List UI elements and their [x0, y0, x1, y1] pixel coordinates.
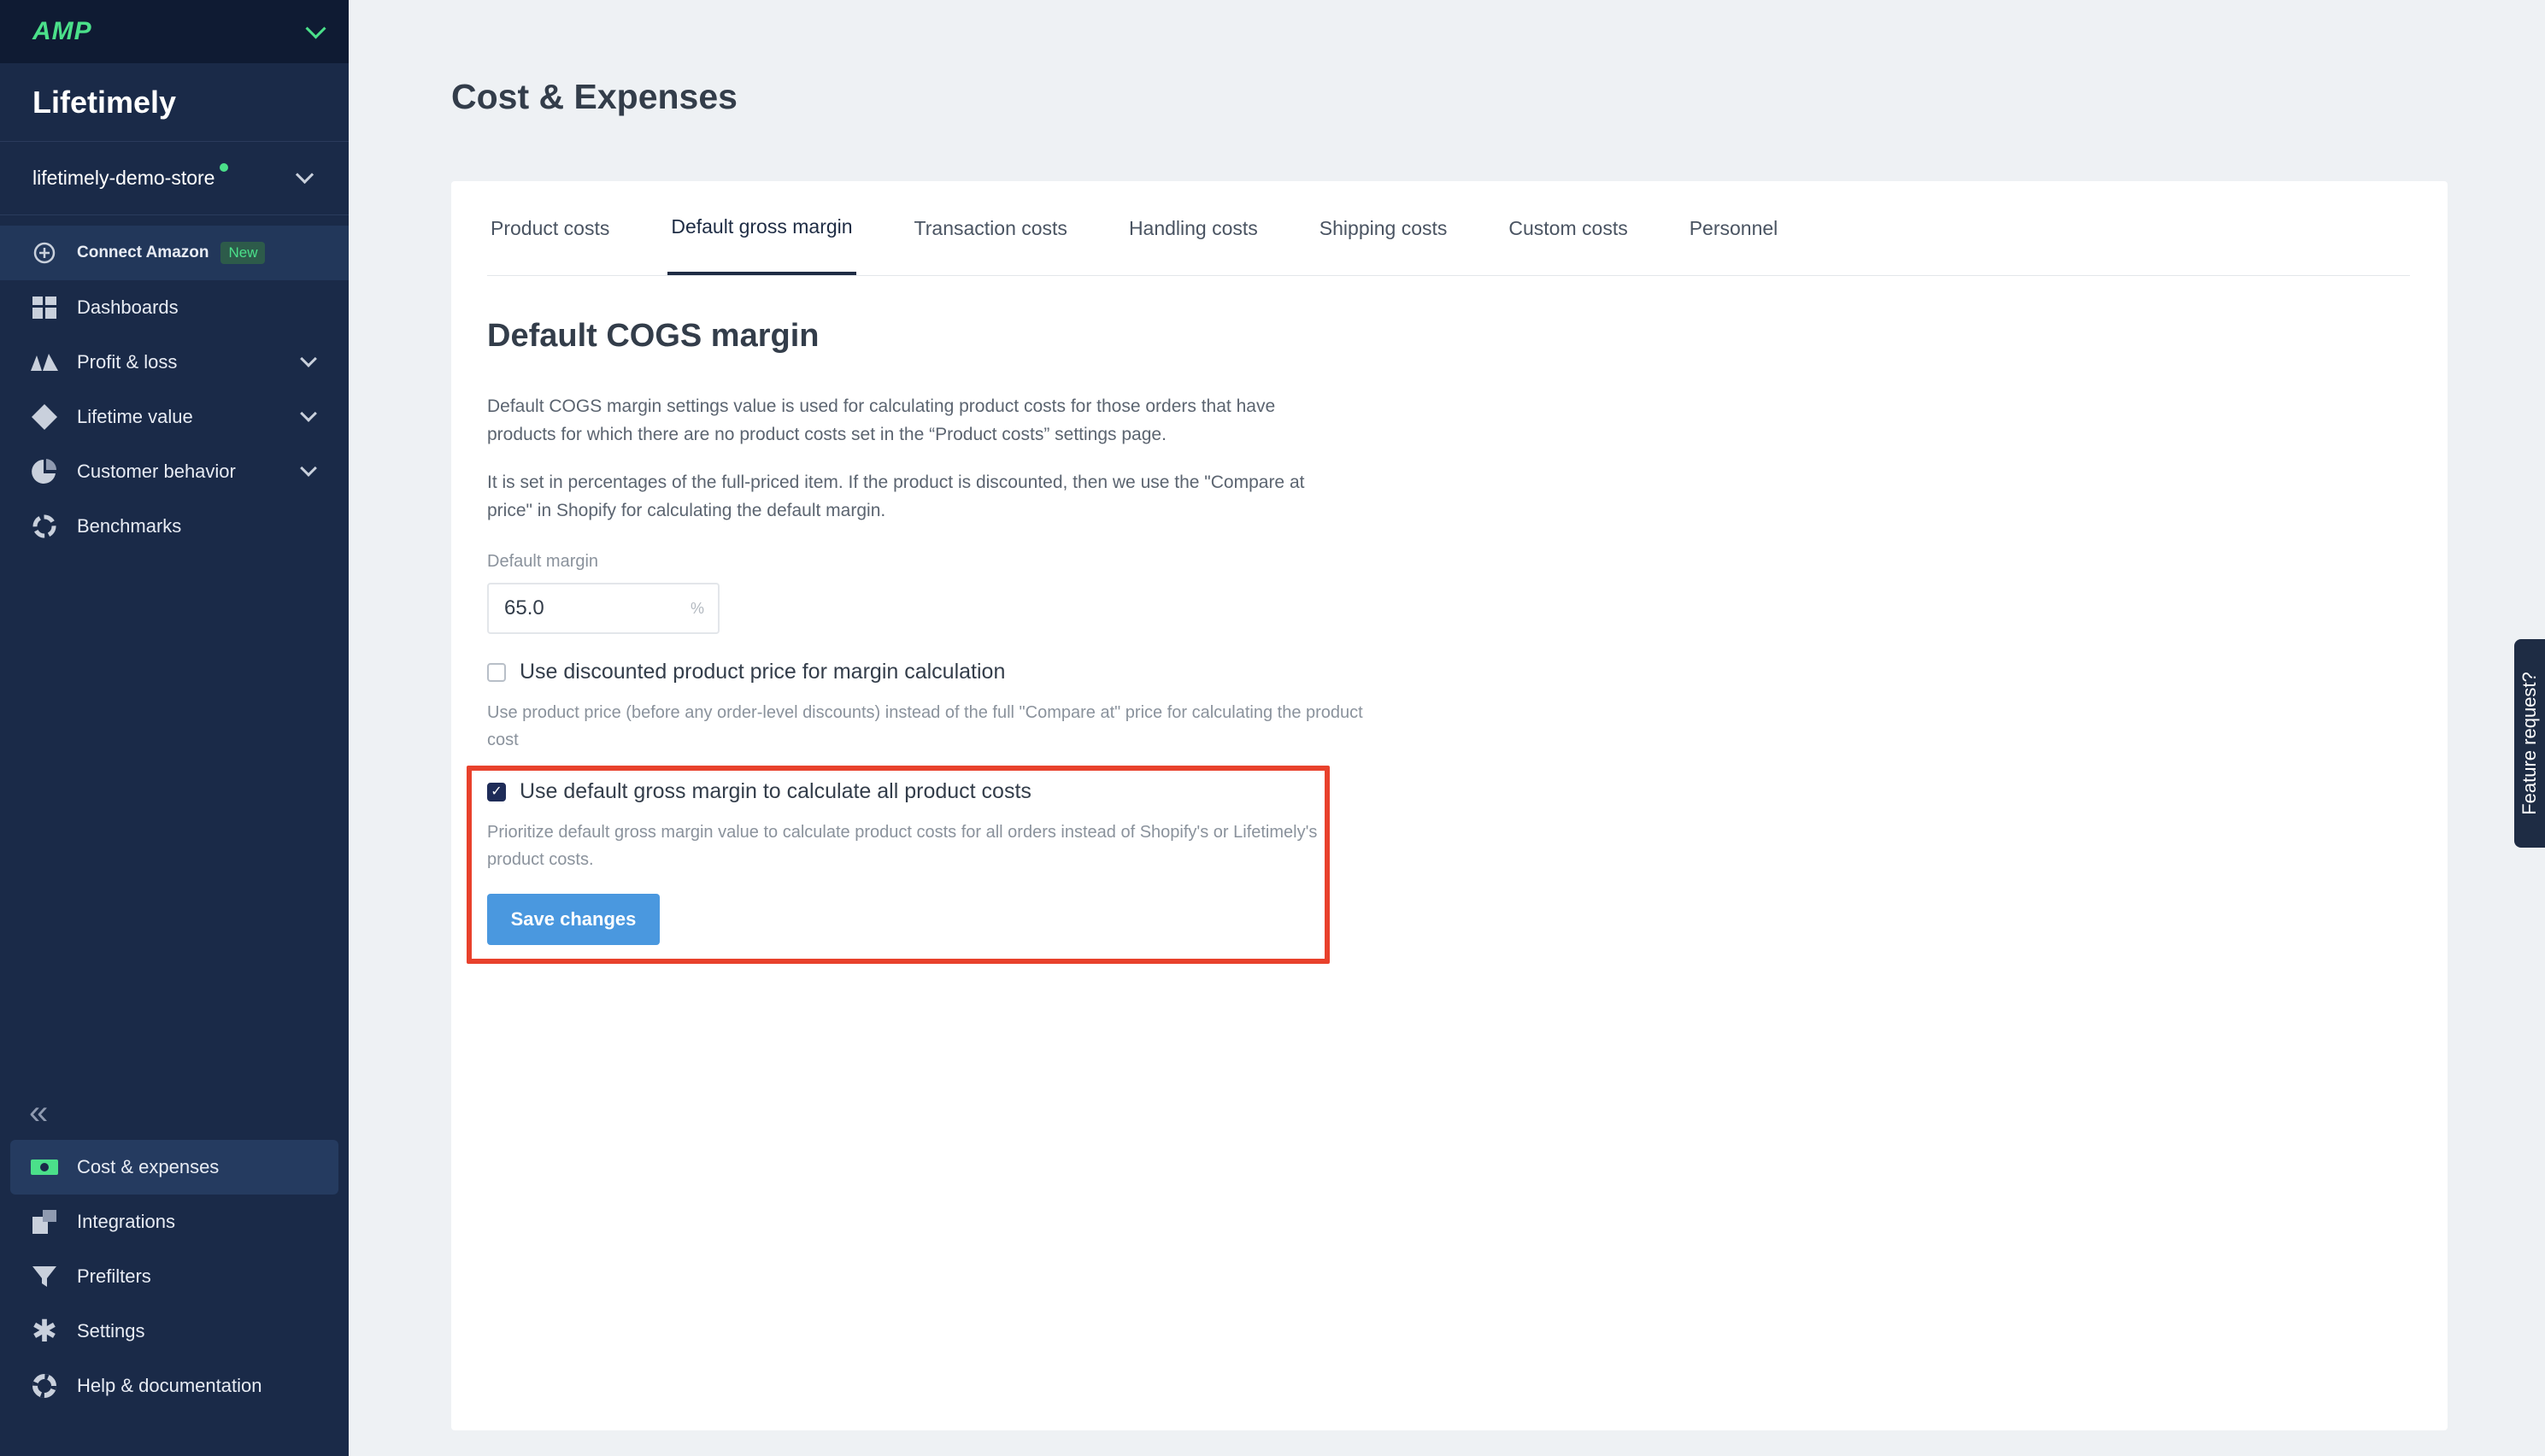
sidebar-item-connect-amazon[interactable]: Connect Amazon New [0, 226, 349, 280]
pie-icon [29, 458, 60, 485]
sidebar-item-benchmarks[interactable]: Benchmarks [0, 499, 349, 554]
new-badge: New [220, 242, 266, 264]
sidebar-item-label: Benchmarks [77, 515, 182, 537]
app-switcher[interactable]: AMP [0, 0, 349, 63]
default-margin-input[interactable]: 65.0 % [487, 583, 720, 634]
discounted-price-checkbox[interactable] [487, 662, 506, 682]
sidebar-item-prefilters[interactable]: Prefilters [0, 1249, 349, 1304]
lifebuoy-icon [29, 1372, 60, 1400]
chevron-down-icon [300, 350, 317, 367]
sidebar-item-settings[interactable]: ✱ Settings [0, 1304, 349, 1359]
default-margin-label: Default margin [487, 552, 599, 571]
option-help-text: Use product price (before any order-leve… [487, 703, 1363, 749]
tab-default-gross-margin[interactable]: Default gross margin [667, 181, 856, 275]
money-icon [29, 1154, 60, 1181]
sidebar-item-cost-expenses[interactable]: Cost & expenses [10, 1140, 338, 1195]
tab-personnel[interactable]: Personnel [1686, 181, 1782, 275]
tab-shipping-costs[interactable]: Shipping costs [1316, 181, 1451, 275]
chevron-down-icon [300, 460, 317, 477]
collapse-sidebar-icon[interactable]: « [29, 1095, 63, 1130]
percent-unit: % [690, 599, 704, 617]
sidebar-item-label: Help & documentation [77, 1375, 262, 1396]
benchmark-icon [29, 513, 60, 540]
section-title: Default COGS margin [487, 318, 820, 354]
amp-logo: AMP [32, 17, 92, 45]
sidebar-item-label: Cost & expenses [77, 1156, 220, 1177]
brand-name: Lifetimely [0, 63, 349, 142]
dashboard-icon [29, 294, 60, 321]
feature-request-tab[interactable]: Feature request? [2514, 639, 2545, 848]
sidebar: AMP Lifetimely lifetimely-demo-store Con… [0, 0, 349, 1456]
puzzle-icon [29, 1208, 60, 1236]
filter-icon [29, 1263, 60, 1290]
default-margin-value: 65.0 [504, 596, 544, 619]
description-paragraph: It is set in percentages of the full-pri… [487, 473, 1305, 520]
sidebar-item-label: Profit & loss [77, 351, 178, 373]
tab-product-costs[interactable]: Product costs [487, 181, 613, 275]
sidebar-item-label: Settings [77, 1320, 145, 1342]
store-status-dot [220, 163, 229, 172]
store-name: lifetimely-demo-store [32, 167, 215, 189]
chevron-down-icon[interactable] [295, 165, 314, 185]
sidebar-item-label: Prefilters [77, 1265, 151, 1287]
description-paragraph: Default COGS margin settings value is us… [487, 396, 1276, 444]
sidebar-item-help[interactable]: Help & documentation [0, 1359, 349, 1413]
sidebar-item-customer-behavior[interactable]: Customer behavior [0, 444, 349, 499]
sidebar-item-lifetime-value[interactable]: Lifetime value [0, 390, 349, 444]
store-selector[interactable]: lifetimely-demo-store [0, 142, 349, 215]
tab-custom-costs[interactable]: Custom costs [1505, 181, 1631, 275]
page-title: Cost & Expenses [451, 77, 738, 116]
option-label: Use discounted product price for margin … [520, 660, 1006, 684]
chevron-down-icon [300, 405, 317, 422]
sidebar-item-label: Dashboards [77, 296, 179, 318]
highlight-annotation-box [467, 766, 1330, 964]
tab-handling-costs[interactable]: Handling costs [1126, 181, 1261, 275]
sidebar-item-label: Customer behavior [77, 461, 236, 482]
chart-icon [29, 349, 60, 376]
sidebar-item-label: Integrations [77, 1211, 175, 1232]
plus-circle-icon [29, 239, 60, 267]
sidebar-item-label: Connect Amazon [77, 244, 209, 261]
tab-transaction-costs[interactable]: Transaction costs [911, 181, 1071, 275]
diamond-icon [29, 403, 60, 431]
sidebar-item-profit-loss[interactable]: Profit & loss [0, 335, 349, 390]
gear-icon: ✱ [31, 1313, 58, 1348]
tab-bar: Product costs Default gross margin Trans… [487, 181, 2410, 276]
feature-request-label: Feature request? [2519, 672, 2541, 815]
sidebar-item-integrations[interactable]: Integrations [0, 1195, 349, 1249]
sidebar-item-dashboards[interactable]: Dashboards [0, 280, 349, 335]
sidebar-item-label: Lifetime value [77, 406, 193, 427]
discounted-price-option[interactable]: Use discounted product price for margin … [487, 660, 1005, 684]
chevron-down-icon[interactable] [305, 17, 326, 39]
